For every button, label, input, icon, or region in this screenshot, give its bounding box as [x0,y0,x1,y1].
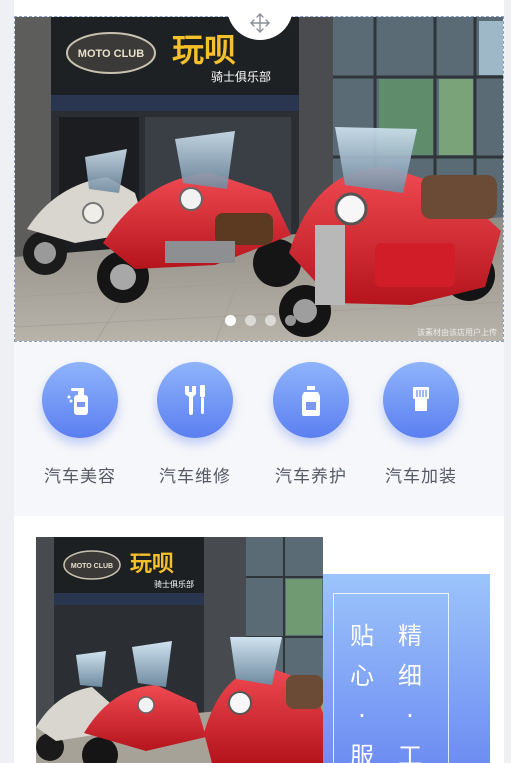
spray-bottle-icon [67,388,88,415]
service-label: 汽车美容 [44,467,116,487]
carousel-dot-3[interactable] [264,315,276,326]
feature-text-col-1: 精 细 · 工 [396,616,424,763]
service-icon-circle [42,362,118,438]
sign-sub: 骑士俱乐部 [211,69,271,84]
service-item-maintenance[interactable]: 汽车养护 [261,362,361,512]
carousel-dots [15,315,503,326]
feature-panel-frame: 贴 心 · 服 精 细 · 工 [333,593,449,763]
feature-char: · [358,702,366,730]
feature-sign-logo: MOTO CLUB [71,563,113,570]
service-label: 汽车维修 [159,467,231,487]
carousel-dot-1[interactable] [224,315,236,326]
banner-carousel[interactable]: MOTO CLUB 玩呗 骑士俱乐部 该素材由该店用户上传 [14,16,504,342]
service-grid: 汽车美容 汽车维修 汽车养护 汽车加装 [14,342,504,516]
feature-char: · [406,702,414,730]
feature-text-col-2: 贴 心 · 服 [348,616,376,763]
feature-char: 精 [398,622,422,650]
sign-logo: MOTO CLUB [78,48,144,60]
feature-panel: 贴 心 · 服 精 细 · 工 [323,574,490,763]
carousel-dot-2[interactable] [244,315,256,326]
banner-photo: MOTO CLUB 玩呗 骑士俱乐部 [15,17,503,341]
feature-char: 贴 [350,622,374,650]
feature-char: 服 [350,742,374,763]
sign-main: 玩呗 [172,31,236,69]
banner-watermark: 该素材由该店用户上传 [417,328,497,337]
service-icon-circle [383,362,459,438]
service-label: 汽车养护 [275,467,347,487]
brush-icon [413,387,429,411]
feature-sign-main: 玩呗 [130,552,174,577]
feature-char: 心 [350,662,374,690]
page-frame: MOTO CLUB 玩呗 骑士俱乐部 该素材由该店用户上传 汽车美容 汽车维修 … [14,0,504,763]
feature-sign-sub: 骑士俱乐部 [154,579,194,589]
feature-photo: MOTO CLUB 玩呗 骑士俱乐部 [36,537,323,763]
oil-can-icon [302,386,320,416]
service-item-beauty[interactable]: 汽车美容 [30,362,130,512]
service-label: 汽车加装 [385,467,457,487]
service-item-repair[interactable]: 汽车维修 [145,362,245,512]
move-icon [250,13,270,33]
carousel-dot-4[interactable] [284,315,296,326]
feature-char: 细 [398,662,422,690]
service-icon-circle [157,362,233,438]
service-icon-circle [273,362,349,438]
wrench-screwdriver-icon [185,385,205,415]
service-item-addon[interactable]: 汽车加装 [371,362,471,512]
feature-char: 工 [398,742,422,763]
